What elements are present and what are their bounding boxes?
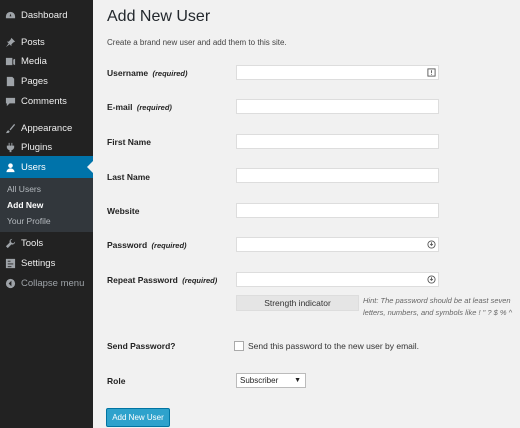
sidebar-item-label: Plugins bbox=[21, 141, 53, 153]
brush-icon bbox=[5, 123, 16, 134]
pages-icon bbox=[5, 76, 16, 87]
sidebar-item-plugins[interactable]: Plugins bbox=[0, 137, 93, 157]
user-icon bbox=[5, 162, 16, 173]
repeat-password-label-text: Repeat Password bbox=[107, 275, 178, 285]
username-field[interactable] bbox=[236, 65, 439, 80]
sidebar-item-label: Collapse menu bbox=[21, 277, 85, 289]
media-icon bbox=[5, 56, 16, 67]
password-manager-icon[interactable] bbox=[427, 275, 436, 284]
main-content: Add New User Create a brand new user and… bbox=[93, 0, 520, 428]
page-title: Add New User bbox=[107, 8, 211, 25]
sidebar-item-label: Dashboard bbox=[21, 9, 68, 21]
email-label: E-mail (required) bbox=[107, 102, 172, 112]
dashboard-icon bbox=[5, 10, 16, 21]
last-name-field[interactable] bbox=[236, 168, 439, 183]
sidebar-item-appearance[interactable]: Appearance bbox=[0, 118, 93, 138]
sidebar-item-media[interactable]: Media bbox=[0, 51, 93, 71]
first-name-label: First Name bbox=[107, 137, 151, 147]
collapse-menu-button[interactable]: Collapse menu bbox=[0, 273, 93, 293]
sidebar-item-posts[interactable]: Posts bbox=[0, 32, 93, 52]
plugin-icon bbox=[5, 142, 16, 153]
password-label: Password (required) bbox=[107, 240, 187, 250]
pushpin-icon bbox=[5, 37, 16, 48]
send-password-checkbox[interactable] bbox=[234, 341, 244, 351]
last-name-label: Last Name bbox=[107, 172, 150, 182]
sidebar-item-label: Pages bbox=[21, 75, 48, 87]
password-manager-icon[interactable] bbox=[427, 240, 436, 249]
comments-icon bbox=[5, 96, 16, 107]
required-marker: (required) bbox=[182, 276, 218, 285]
add-new-user-button[interactable]: Add New User bbox=[106, 408, 170, 427]
send-password-label: Send Password? bbox=[107, 341, 176, 351]
chevron-down-icon: ▼ bbox=[294, 377, 301, 384]
sidebar-item-tools[interactable]: Tools bbox=[0, 233, 93, 253]
sidebar-item-label: Appearance bbox=[21, 122, 73, 134]
required-marker: (required) bbox=[151, 241, 187, 250]
username-label-text: Username bbox=[107, 68, 149, 78]
website-label: Website bbox=[107, 206, 140, 216]
submenu-all-users[interactable]: All Users bbox=[7, 184, 41, 194]
users-submenu: All Users Add New Your Profile bbox=[0, 178, 93, 232]
role-label: Role bbox=[107, 376, 126, 386]
sidebar-item-label: Media bbox=[21, 55, 47, 67]
page-description: Create a brand new user and add them to … bbox=[107, 38, 287, 47]
sidebar-item-label: Users bbox=[21, 161, 46, 173]
role-select[interactable]: Subscriber ▼ bbox=[236, 373, 306, 388]
email-label-text: E-mail bbox=[107, 102, 133, 112]
password-strength-indicator: Strength indicator bbox=[236, 295, 359, 311]
password-hint-line-1: Hint: The password should be at least se… bbox=[363, 296, 511, 305]
repeat-password-field[interactable] bbox=[236, 272, 439, 287]
collapse-icon bbox=[5, 278, 16, 289]
repeat-password-label: Repeat Password (required) bbox=[107, 275, 217, 285]
settings-icon bbox=[5, 258, 16, 269]
wrench-icon bbox=[5, 238, 16, 249]
password-label-text: Password bbox=[107, 240, 148, 250]
required-marker: (required) bbox=[136, 103, 172, 112]
autofill-key-icon[interactable] bbox=[427, 68, 436, 77]
required-marker: (required) bbox=[152, 69, 188, 78]
email-field[interactable] bbox=[236, 99, 439, 114]
sidebar-item-comments[interactable]: Comments bbox=[0, 91, 93, 111]
sidebar-item-settings[interactable]: Settings bbox=[0, 253, 93, 273]
submenu-add-new[interactable]: Add New bbox=[7, 200, 43, 210]
first-name-field[interactable] bbox=[236, 134, 439, 149]
sidebar-item-label: Comments bbox=[21, 95, 67, 107]
submenu-your-profile[interactable]: Your Profile bbox=[7, 216, 51, 226]
sidebar-item-pages[interactable]: Pages bbox=[0, 71, 93, 91]
admin-sidebar: Dashboard Posts Media Pages Comments App… bbox=[0, 0, 93, 428]
sidebar-item-dashboard[interactable]: Dashboard bbox=[0, 5, 93, 25]
password-hint: Hint: The password should be at least se… bbox=[363, 295, 520, 323]
password-hint-line-2: letters, numbers, and symbols like ! " ?… bbox=[363, 308, 513, 317]
username-label: Username (required) bbox=[107, 68, 188, 78]
password-field[interactable] bbox=[236, 237, 439, 252]
sidebar-item-users[interactable]: Users bbox=[0, 156, 93, 178]
sidebar-item-label: Settings bbox=[21, 257, 56, 269]
sidebar-item-label: Posts bbox=[21, 36, 45, 48]
website-field[interactable] bbox=[236, 203, 439, 218]
role-select-value: Subscriber bbox=[240, 376, 279, 385]
sidebar-item-label: Tools bbox=[21, 237, 44, 249]
send-password-text[interactable]: Send this password to the new user by em… bbox=[248, 341, 419, 351]
